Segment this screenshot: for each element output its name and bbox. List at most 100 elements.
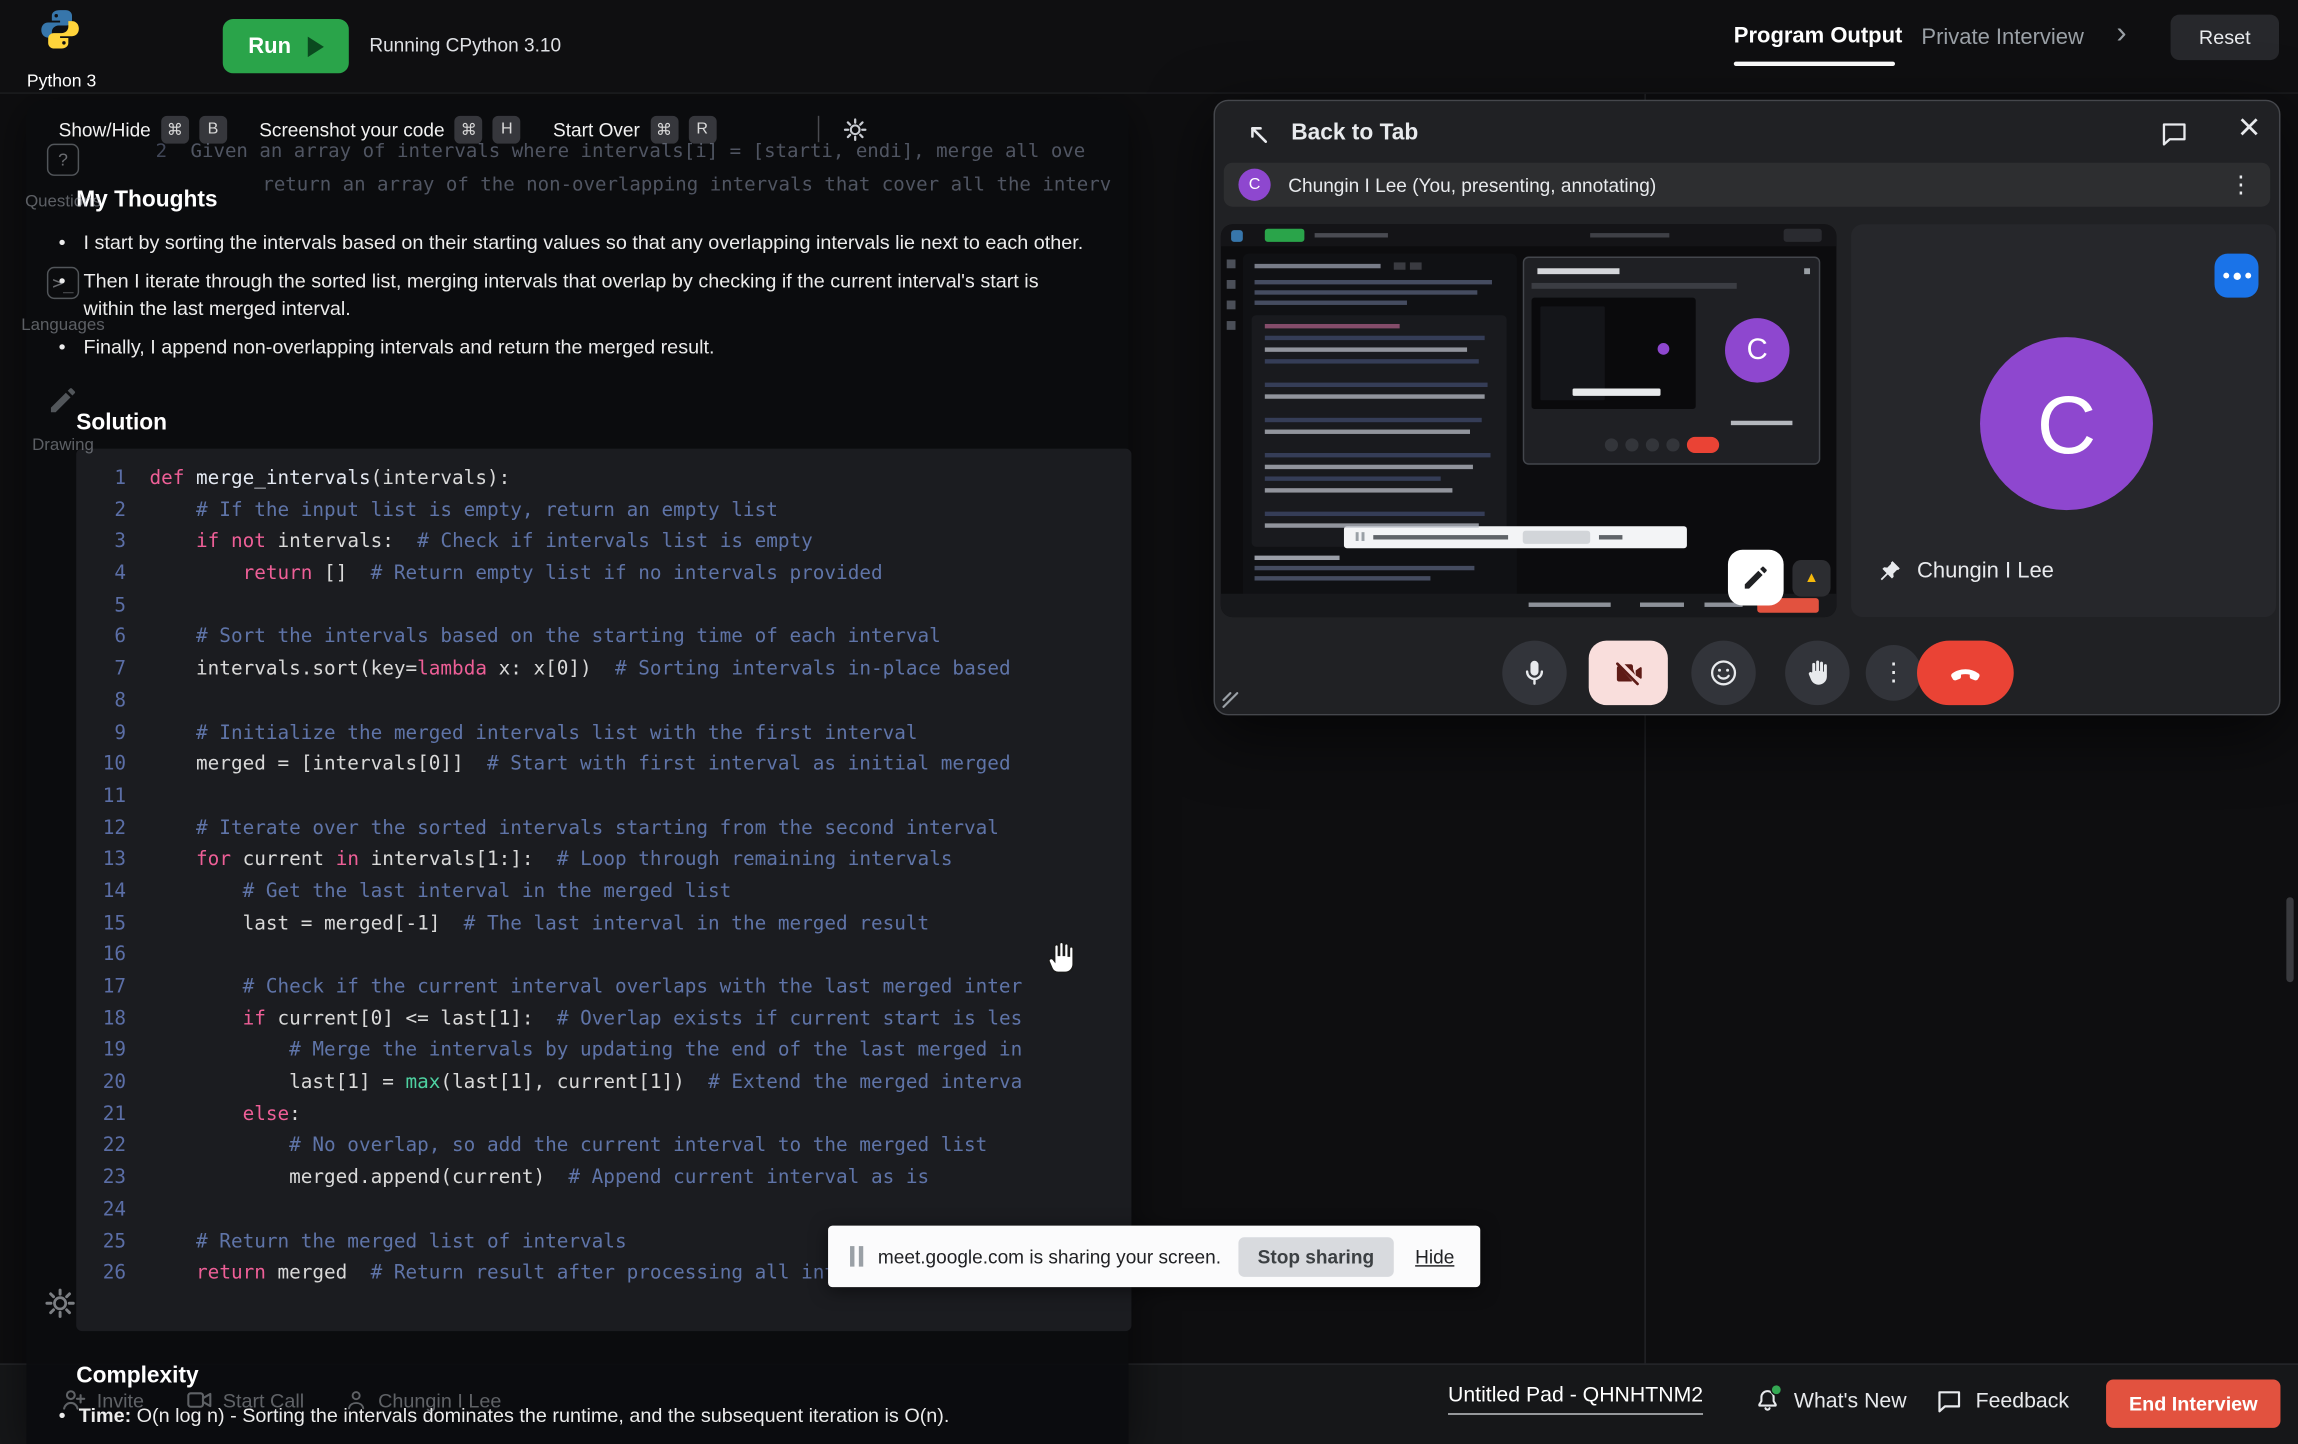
kebab-menu-icon[interactable]: ⋮ <box>2229 170 2252 199</box>
line-number: 15 <box>76 913 149 945</box>
mini-shape <box>1687 437 1719 453</box>
editor-line-number: 2 <box>138 141 167 163</box>
invite-button[interactable]: Invite <box>59 1385 144 1414</box>
mini-shape <box>1537 268 1619 274</box>
reset-button[interactable]: Reset <box>2171 15 2279 60</box>
code-text: intervals.sort(key=lambda x: x[0]) # Sor… <box>149 658 1010 690</box>
mini-code-line <box>1265 359 1479 363</box>
screen: Python 3 Run Running CPython 3.10 Progra… <box>0 0 2298 1444</box>
question-text-line: Given an array of intervals where interv… <box>191 141 1086 163</box>
runtime-status: Running CPython 3.10 <box>369 34 561 56</box>
python-logo-icon <box>38 7 82 51</box>
reactions-button[interactable] <box>1691 641 1755 706</box>
pad-title-field[interactable]: Untitled Pad - QHNHTNM2 <box>1448 1384 1703 1415</box>
person-icon <box>343 1387 369 1413</box>
raise-hand-icon <box>1801 657 1833 689</box>
annotation-expand-button[interactable]: ▲ <box>1792 560 1830 597</box>
shortcut-start-over[interactable]: Start Over⌘R <box>553 115 716 143</box>
line-number: 6 <box>76 627 149 659</box>
sidebar-label-drawing: Drawing <box>0 437 126 455</box>
solution-title: Solution <box>76 410 167 436</box>
raise-hand-button[interactable] <box>1785 641 1849 706</box>
participant-name: Chungin I Lee <box>1917 559 2054 584</box>
key-chip: H <box>493 115 521 143</box>
participant-avatar: C <box>1980 337 2153 510</box>
code-line: 16 <box>76 945 1131 977</box>
shortcut-screenshot-your-code[interactable]: Screenshot your code⌘H <box>259 115 521 143</box>
line-number: 23 <box>76 1167 149 1199</box>
mini-shape <box>1231 230 1243 242</box>
hide-banner-link[interactable]: Hide <box>1415 1245 1454 1267</box>
code-text: # No overlap, so add the current interva… <box>149 1135 987 1167</box>
whats-new-label: What's New <box>1794 1390 1907 1413</box>
invite-label: Invite <box>97 1389 144 1411</box>
participant-tile[interactable]: C Chungin I Lee <box>1851 224 2276 617</box>
current-user-chip[interactable]: Chungin I Lee <box>343 1387 501 1413</box>
sidebar-item-languages[interactable]: >_ <box>47 267 79 299</box>
play-icon <box>307 36 323 57</box>
code-text: for current in intervals[1:]: # Loop thr… <box>149 849 952 881</box>
code-line: 17 # Check if the current interval overl… <box>76 976 1131 1008</box>
line-number: 10 <box>76 754 149 786</box>
annotate-pen-icon <box>1741 563 1770 592</box>
line-number: 26 <box>76 1263 149 1295</box>
presenter-strip: C Chungin I Lee (You, presenting, annota… <box>1224 163 2270 207</box>
whats-new-button[interactable]: What's New <box>1753 1387 1907 1416</box>
shortcut-show-hide[interactable]: Show/Hide⌘B <box>59 115 227 143</box>
line-number: 18 <box>76 1008 149 1040</box>
code-line: 19 # Merge the intervals by updating the… <box>76 1040 1131 1072</box>
code-line: 7 intervals.sort(key=lambda x: x[0]) # S… <box>76 658 1131 690</box>
more-options-button[interactable]: ⋮ <box>1866 645 1922 701</box>
gear-icon[interactable] <box>843 117 868 142</box>
code-text: # Iterate over the sorted intervals star… <box>149 817 998 849</box>
stage: Python 3 Run Running CPython 3.10 Progra… <box>0 0 2298 1444</box>
screen-share-banner: meet.google.com is sharing your screen. … <box>828 1226 1480 1288</box>
stop-sharing-button[interactable]: Stop sharing <box>1239 1237 1394 1277</box>
code-line: 15 last = merged[-1] # The last interval… <box>76 913 1131 945</box>
start-call-button[interactable]: Start Call <box>185 1385 304 1414</box>
video-camera-icon <box>185 1385 214 1414</box>
camera-button[interactable] <box>1589 641 1668 706</box>
language-selector-label[interactable]: Python 3 <box>6 70 117 91</box>
key-chip: ⌘ <box>455 115 483 143</box>
screen-share-tile[interactable]: C ▲ <box>1221 224 1837 617</box>
question-text-line: return an array of the non-overlapping i… <box>262 174 1111 196</box>
sidebar-item-questions[interactable]: ? <box>47 144 79 176</box>
mini-shape <box>1356 532 1359 541</box>
feedback-button[interactable]: Feedback <box>1935 1387 2069 1416</box>
run-button[interactable]: Run <box>223 19 349 73</box>
mini-shape <box>1255 290 1478 294</box>
code-text: # Initialize the merged intervals list w… <box>149 722 917 754</box>
close-button[interactable]: × <box>2238 104 2260 149</box>
leave-call-button[interactable] <box>1917 641 2014 706</box>
chevron-right-icon[interactable]: › <box>2116 16 2126 51</box>
start-call-label: Start Call <box>223 1389 304 1411</box>
back-to-tab-button[interactable]: Back to Tab <box>1244 116 1418 151</box>
line-number: 12 <box>76 817 149 849</box>
annotate-button[interactable] <box>1728 550 1784 606</box>
avatar: C <box>1238 169 1270 201</box>
code-line: 2 # If the input list is empty, return a… <box>76 499 1131 531</box>
code-text: # Check if the current interval overlaps… <box>149 976 1022 1008</box>
mini-shape <box>1255 280 1492 284</box>
thought-text: Finally, I append non-overlapping interv… <box>84 332 715 361</box>
code-line: 12 # Iterate over the sorted intervals s… <box>76 817 1131 849</box>
scrollbar-thumb[interactable] <box>2286 897 2293 982</box>
tab-private-interview[interactable]: Private Interview <box>1921 25 2083 50</box>
resize-handle-icon[interactable] <box>1219 689 1241 718</box>
mini-shape <box>1523 531 1590 544</box>
kebab-icon: ⋮ <box>1881 658 1906 687</box>
mic-button[interactable] <box>1502 641 1566 706</box>
chat-button[interactable] <box>2159 119 2191 151</box>
sidebar-item-drawing[interactable] <box>47 384 79 424</box>
code-text: return merged # Return result after proc… <box>149 1263 905 1295</box>
end-call-icon <box>1948 655 1983 690</box>
code-line: 11 <box>76 786 1131 818</box>
end-interview-button[interactable]: End Interview <box>2106 1380 2280 1428</box>
key-chip: R <box>688 115 716 143</box>
run-button-label: Run <box>248 34 291 59</box>
settings-button[interactable] <box>44 1287 76 1327</box>
tab-program-output[interactable]: Program Output <box>1734 23 1903 48</box>
pencil-icon <box>47 384 79 416</box>
line-number: 11 <box>76 786 149 818</box>
